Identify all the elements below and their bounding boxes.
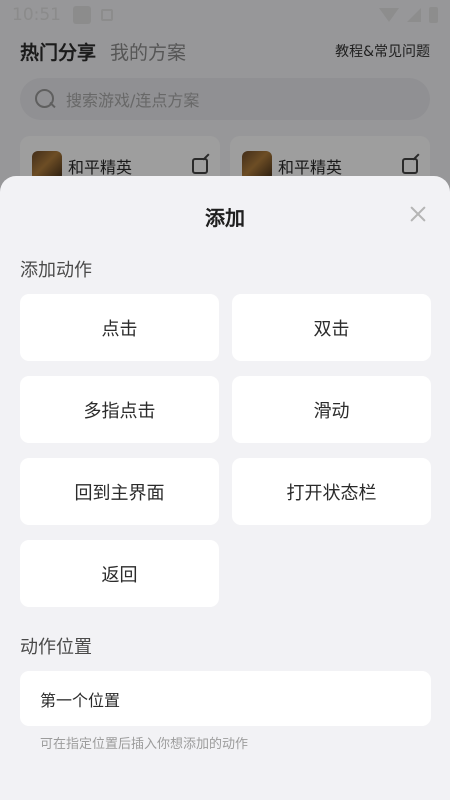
action-tap-button[interactable]: 点击 <box>20 294 219 361</box>
action-swipe-button[interactable]: 滑动 <box>232 376 431 443</box>
add-action-sheet: 添加 添加动作 点击 双击 多指点击 滑动 回到主界面 打开状态栏 返回 动作位… <box>0 176 450 800</box>
action-grid: 点击 双击 多指点击 滑动 回到主界面 打开状态栏 返回 <box>20 294 431 607</box>
actions-section-label: 添加动作 <box>20 260 92 281</box>
action-multi-finger-tap-button[interactable]: 多指点击 <box>20 376 219 443</box>
action-home-button[interactable]: 回到主界面 <box>20 458 219 525</box>
position-hint: 可在指定位置后插入你想添加的动作 <box>40 737 249 752</box>
action-back-button[interactable]: 返回 <box>20 540 219 607</box>
position-select[interactable]: 第一个位置 <box>20 671 431 726</box>
action-double-tap-button[interactable]: 双击 <box>232 294 431 361</box>
close-icon[interactable] <box>408 204 428 224</box>
sheet-title: 添加 <box>205 206 245 230</box>
action-open-status-bar-button[interactable]: 打开状态栏 <box>232 458 431 525</box>
position-section-label: 动作位置 <box>20 637 92 658</box>
